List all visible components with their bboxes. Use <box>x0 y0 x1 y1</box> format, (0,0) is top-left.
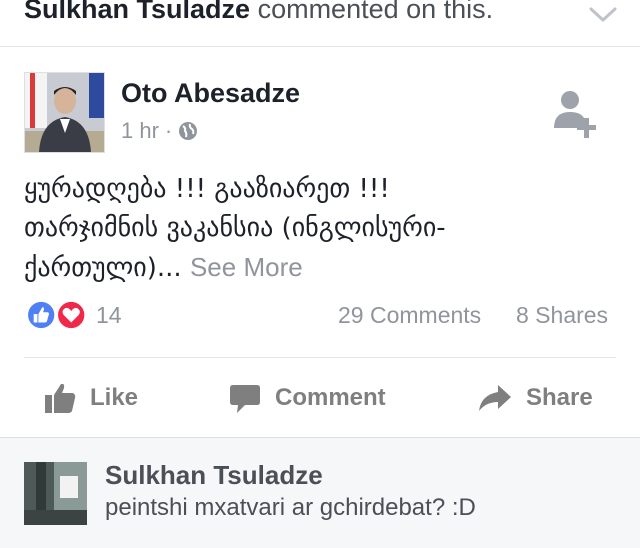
share-button[interactable]: Share <box>478 380 593 416</box>
comment-preview[interactable]: Sulkhan Tsuladze peintshi mxatvari ar gc… <box>0 437 640 548</box>
comment-label: Comment <box>275 384 386 411</box>
meta-separator: · <box>164 118 173 143</box>
add-friend-icon[interactable] <box>552 88 600 138</box>
activity-actor-name[interactable]: Sulkhan Tsuladze <box>24 0 250 24</box>
globe-icon <box>179 122 198 140</box>
share-label: Share <box>526 384 593 411</box>
activity-text: Sulkhan Tsuladze commented on this. <box>24 0 493 25</box>
post-text-line-1: ყურადღება !!! გააზიარეთ !!! <box>24 174 390 204</box>
post-timestamp[interactable]: 1 hr <box>121 118 159 144</box>
post-author-name[interactable]: Oto Abesadze <box>121 78 300 109</box>
share-arrow-icon <box>479 385 511 411</box>
commenter-avatar[interactable] <box>24 462 87 525</box>
comment-text: peintshi mxatvari ar gchirdebat? :D <box>105 494 476 521</box>
shares-count[interactable]: 8 Shares <box>516 302 608 329</box>
activity-header: Sulkhan Tsuladze commented on this. <box>0 0 640 47</box>
reaction-icons[interactable] <box>24 300 94 330</box>
thumbs-up-icon <box>45 383 76 413</box>
like-button[interactable]: Like <box>44 380 138 416</box>
post-text-line-3-wrap: ქართული)... See More <box>24 248 624 288</box>
activity-action-text: commented on this. <box>257 0 494 24</box>
comment-button[interactable]: Comment <box>229 380 386 416</box>
post-body: ყურადღება !!! გააზიარეთ !!! თარჯიმნის ვა… <box>24 170 624 288</box>
comments-count[interactable]: 29 Comments <box>338 302 481 329</box>
chevron-down-icon[interactable] <box>588 6 618 24</box>
post-text-line-2: თარჯიმნის ვაკანსია (ინგლისური- <box>24 213 446 243</box>
see-more-link[interactable]: See More <box>190 252 303 282</box>
author-avatar[interactable] <box>24 72 105 153</box>
author-photo <box>25 73 104 152</box>
like-label: Like <box>90 384 139 411</box>
commenter-photo <box>24 462 87 525</box>
comment-icon <box>230 385 260 413</box>
reactions-count[interactable]: 14 <box>96 302 122 329</box>
commenter-name[interactable]: Sulkhan Tsuladze <box>105 460 323 491</box>
post-meta: 1 hr · <box>121 118 198 144</box>
post-text-line-3: ქართული)... <box>24 253 182 283</box>
divider <box>24 357 616 358</box>
